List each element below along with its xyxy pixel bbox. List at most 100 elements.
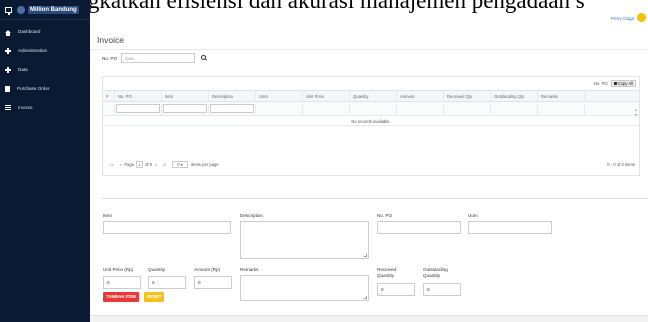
invoice-grid: No. PO Copy All # No. PO Item Descriptio…	[102, 76, 640, 176]
filter-input-description[interactable]	[210, 104, 254, 113]
received-quantity-label: Received Quantity	[377, 267, 396, 279]
page-size-value: 0	[177, 161, 180, 167]
outstanding-label-line2: Quantity	[423, 273, 441, 278]
pager-page-label: Page	[124, 161, 135, 167]
sidebar-item-purchase-order[interactable]: Purchase Order	[0, 79, 90, 98]
grid-toolbar-label: No. PO	[593, 81, 608, 86]
received-quantity-input[interactable]: 0	[377, 283, 415, 296]
filter-cell	[538, 104, 585, 115]
quantity-input[interactable]: 0	[148, 276, 186, 289]
unit-price-input[interactable]: 0	[103, 276, 141, 289]
plus-icon	[5, 47, 11, 54]
grid-empty-message: No records available.	[103, 116, 639, 126]
column-header[interactable]: #	[103, 91, 115, 101]
grid-pager: |◂ ◂ Page 1 of 0 ▸ ▸| 0 ▾ items per page…	[103, 153, 639, 175]
sidebar-item-data[interactable]: Data	[0, 60, 90, 79]
item-input[interactable]	[103, 221, 231, 234]
sidebar-item-invoice[interactable]: Invoice	[0, 98, 90, 117]
document-icon	[5, 85, 10, 92]
copy-all-button[interactable]: Copy All	[610, 80, 636, 87]
add-item-button[interactable]: TAMBAH ITEM	[103, 292, 139, 302]
filter-cell	[209, 104, 256, 115]
column-header[interactable]: Item	[162, 91, 209, 101]
first-page-button[interactable]: |◂	[110, 162, 113, 167]
po-search-input[interactable]: Cari...	[121, 53, 196, 63]
home-icon	[5, 30, 11, 36]
brand-name: Million Bandung	[28, 5, 79, 14]
filter-cell	[115, 104, 162, 115]
column-header[interactable]: Description	[209, 91, 256, 101]
remarks-textarea[interactable]	[240, 275, 369, 301]
filter-cell	[303, 104, 350, 115]
uom-input[interactable]	[468, 221, 552, 234]
column-header[interactable]: Received Qty	[444, 91, 491, 101]
banner-text: ingkatkan efisiensi dan akurasi manajeme…	[70, 0, 585, 13]
banner-overlay: ingkatkan efisiensi dan akurasi manajeme…	[0, 0, 648, 22]
amount-label: Amount (Rp)	[194, 267, 221, 272]
column-header[interactable]: Remarks	[538, 91, 585, 101]
column-header[interactable]: Quantity	[350, 91, 397, 101]
po-label: No. PO	[377, 213, 393, 218]
resize-handle-icon[interactable]	[364, 254, 367, 257]
brand[interactable]: Million Bandung	[0, 0, 90, 20]
filter-cell	[491, 104, 538, 115]
list-icon	[5, 104, 11, 111]
filter-cell-empty	[103, 104, 115, 115]
title-divider	[90, 49, 648, 50]
prev-page-button[interactable]: ◂	[119, 162, 121, 167]
column-header[interactable]: Unit Price	[303, 91, 350, 101]
last-page-button[interactable]: ▸|	[163, 162, 166, 167]
received-label-line1: Received	[377, 267, 397, 272]
sidebar-item-label: Data	[18, 67, 28, 72]
sidebar-item-label: Administration	[18, 48, 48, 53]
copy-all-label: Copy All	[617, 81, 633, 86]
column-header[interactable]: Uom	[256, 91, 303, 101]
topbar: Perry Gaga	[90, 13, 648, 29]
reset-button[interactable]: RESET	[144, 292, 165, 302]
column-header[interactable]: No. PO	[115, 91, 162, 101]
grid-toolbar: No. PO Copy All	[103, 77, 639, 90]
sidebar-item-label: Dashboard	[18, 29, 41, 34]
amount-input[interactable]: 0	[194, 276, 232, 289]
filter-cell	[444, 104, 491, 115]
grid-scrollbar[interactable]: ▴ ▾	[635, 107, 637, 117]
outstanding-quantity-input[interactable]: 0	[423, 283, 461, 296]
filter-input-po[interactable]	[116, 104, 160, 113]
filter-input-item[interactable]	[163, 104, 207, 113]
sidebar-item-dashboard[interactable]: Dashboard	[0, 22, 90, 41]
grid-filter-row	[103, 102, 639, 116]
filter-cell	[256, 104, 303, 115]
po-input[interactable]	[377, 221, 461, 234]
outstanding-label-line1: Outstanding	[423, 267, 448, 272]
remarks-label: Remarks	[240, 267, 259, 272]
pager-info: 0 - 0 of 0 items	[607, 161, 635, 167]
filter-cell	[585, 104, 639, 115]
sidebar-item-label: Purchase Order	[17, 86, 50, 91]
description-textarea[interactable]	[240, 221, 369, 259]
sidebar-item-administration[interactable]: Administration	[0, 41, 90, 60]
column-header[interactable]: Outstanding Qty	[491, 91, 538, 101]
plus-icon	[5, 66, 11, 73]
sidebar-item-label: Invoice	[18, 105, 33, 110]
page-size-select[interactable]: 0 ▾	[172, 160, 189, 168]
filter-cell	[397, 104, 444, 115]
footer-bar	[90, 315, 648, 322]
main-content: Invoice No. PO Cari... No. PO Copy All #…	[90, 29, 648, 322]
column-header-empty	[585, 91, 639, 101]
received-label-line2: Quantity	[377, 273, 395, 278]
form-divider	[102, 198, 648, 199]
po-search: No. PO Cari...	[102, 53, 212, 63]
pager-page-input[interactable]: 1	[136, 160, 144, 168]
resize-handle-icon[interactable]	[364, 296, 367, 299]
filter-cell	[162, 104, 209, 115]
next-page-button[interactable]: ▸	[155, 162, 157, 167]
monitor-icon	[5, 6, 12, 15]
column-header[interactable]: Amount	[397, 91, 444, 101]
uom-label: Uom	[468, 213, 478, 218]
sidebar: Million Bandung Dashboard Administration…	[0, 0, 90, 322]
pager-of-label: of 0	[145, 161, 153, 167]
pager-per-page-label: items per page	[191, 161, 219, 167]
search-icon[interactable]	[198, 53, 212, 63]
outstanding-quantity-label: Outstanding Quantity	[423, 267, 448, 279]
filter-cell	[350, 104, 397, 115]
